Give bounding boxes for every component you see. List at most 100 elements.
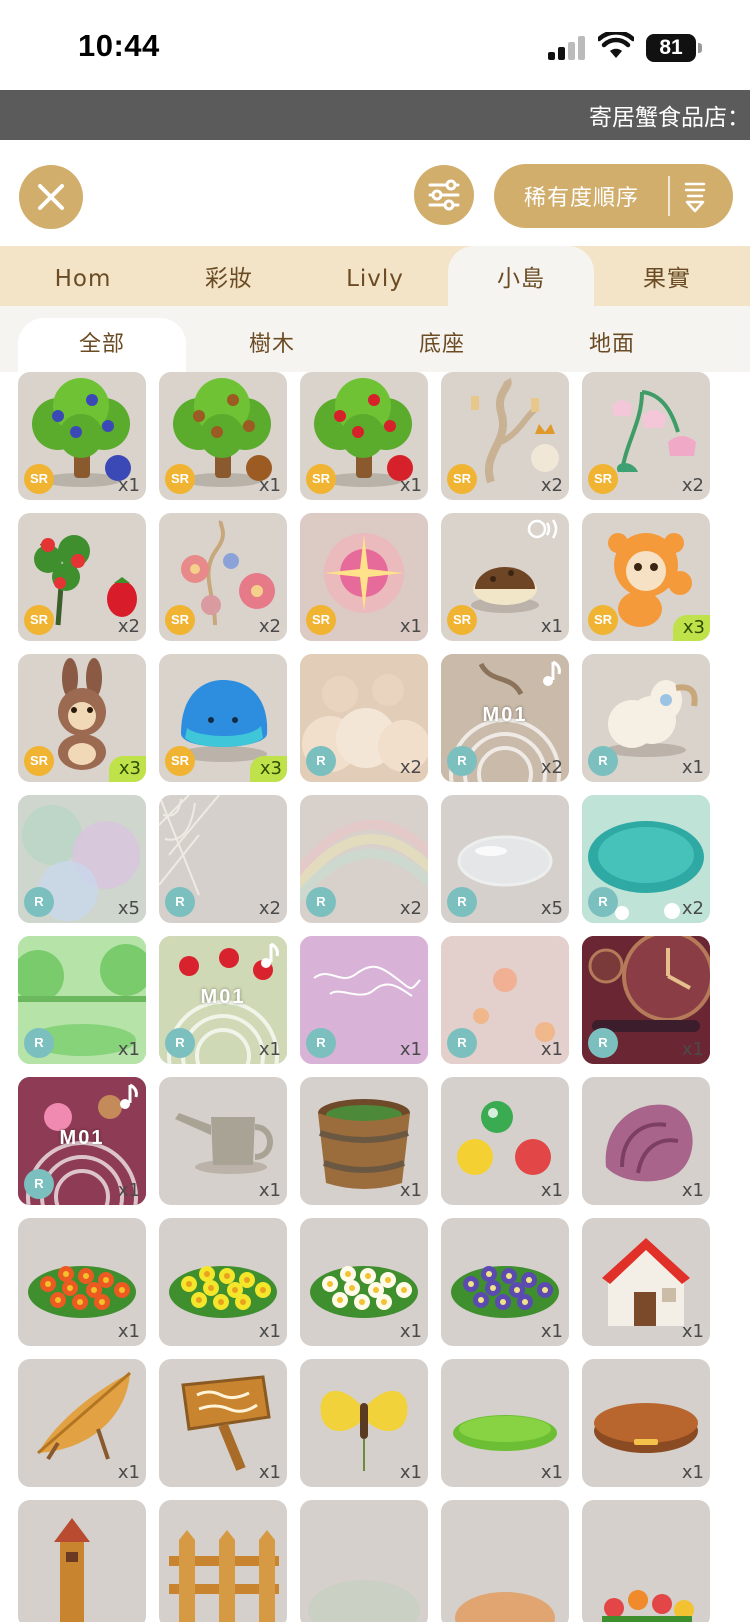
item-tile-white-flowers[interactable]: x1 xyxy=(300,1218,428,1346)
item-tile-m01-strawberry-arch[interactable]: M01 Rx1 xyxy=(159,936,287,1064)
item-count: x1 xyxy=(258,1039,281,1060)
rarity-badge: SR xyxy=(24,746,54,776)
item-art xyxy=(308,1580,420,1622)
item-tile-purple-script[interactable]: Rx1 xyxy=(300,936,428,1064)
item-tile-clock-wall[interactable]: Rx1 xyxy=(582,936,710,1064)
status-bar: 10:44 81 xyxy=(0,0,750,90)
item-tile-bellflower[interactable]: SR x2 xyxy=(582,372,710,500)
item-tile-chestnut-tree[interactable]: SR x1 xyxy=(159,372,287,500)
rarity-badge: SR xyxy=(165,746,195,776)
item-tile-leaf-hammock[interactable]: x1 xyxy=(18,1359,146,1487)
item-count: x1 xyxy=(117,1180,140,1201)
rarity-badge: SR xyxy=(165,605,195,635)
item-count: x1 xyxy=(540,1321,563,1342)
item-tile-m01-flower-frame[interactable]: M01 Rx1 xyxy=(18,1077,146,1205)
item-tile-wood-disc[interactable]: x1 xyxy=(582,1359,710,1487)
item-tile-wooden-sign[interactable]: x1 xyxy=(159,1359,287,1487)
item-tile-bubble[interactable]: Rx5 xyxy=(441,795,569,923)
item-count: x1 xyxy=(117,1321,140,1342)
item-tile-wooden-tub[interactable]: x1 xyxy=(300,1077,428,1205)
sort-button[interactable]: 稀有度順序 xyxy=(494,164,733,228)
item-count: x2 xyxy=(540,757,563,778)
item-count: x2 xyxy=(681,898,704,919)
item-tile-pink-glow[interactable]: Rx1 xyxy=(441,936,569,1064)
item-tile-purple-flowers[interactable]: x1 xyxy=(441,1218,569,1346)
item-count: x2 xyxy=(258,616,281,637)
rarity-badge: R xyxy=(24,1028,54,1058)
item-tile-flower-vine[interactable]: SR x2 xyxy=(159,513,287,641)
battery-icon: 81 xyxy=(646,34,702,62)
item-tile-sheep[interactable]: Rx1 xyxy=(582,654,710,782)
rarity-badge: R xyxy=(24,1169,54,1199)
item-tile-yellow-flowers[interactable]: x1 xyxy=(159,1218,287,1346)
item-tile-pale-mound[interactable] xyxy=(300,1500,428,1622)
item-tile-orange-plush[interactable]: SR x3 xyxy=(582,513,710,641)
item-tile-spider-web[interactable]: Rx2 xyxy=(159,795,287,923)
item-count: x1 xyxy=(117,475,140,496)
subtab-ground[interactable]: 地面 xyxy=(528,318,696,372)
tab-makeup[interactable]: 彩妝 xyxy=(156,246,302,306)
item-count: x5 xyxy=(117,898,140,919)
item-count: x1 xyxy=(258,1321,281,1342)
subtab-trees[interactable]: 樹木 xyxy=(188,318,356,372)
item-tile-blue-blob[interactable]: SR x3 xyxy=(159,654,287,782)
item-count: x1 xyxy=(258,475,281,496)
tab-fruit[interactable]: 果實 xyxy=(594,246,740,306)
item-count: x2 xyxy=(258,898,281,919)
announcement-banner[interactable]: 寄居蟹食品店： xyxy=(0,90,750,140)
rarity-badge: SR xyxy=(447,464,477,494)
rarity-badge: SR xyxy=(24,464,54,494)
rarity-badge: SR xyxy=(306,464,336,494)
item-tile-fence[interactable] xyxy=(159,1500,287,1622)
item-tile-candle-branch[interactable]: SR x2 xyxy=(441,372,569,500)
item-tile-pink-burst[interactable]: SR x1 xyxy=(300,513,428,641)
item-count: x1 xyxy=(681,1462,704,1483)
item-count: x2 xyxy=(117,616,140,637)
item-count: x2 xyxy=(399,898,422,919)
item-count: x1 xyxy=(540,616,563,637)
item-tile-grass-patch[interactable]: x1 xyxy=(441,1359,569,1487)
rarity-badge: R xyxy=(306,1028,336,1058)
item-tile-orange-flowers[interactable]: x1 xyxy=(18,1218,146,1346)
item-tile-apple-tree[interactable]: SR x1 xyxy=(300,372,428,500)
item-tile-green-forest[interactable]: Rx1 xyxy=(18,936,146,1064)
rarity-badge: SR xyxy=(24,605,54,635)
item-tile-turtle-pet[interactable]: SR x1 xyxy=(441,513,569,641)
close-button[interactable] xyxy=(19,165,83,229)
item-tile-bunny-plush[interactable]: SR x3 xyxy=(18,654,146,782)
item-count: x1 xyxy=(681,1180,704,1201)
rarity-badge: R xyxy=(306,746,336,776)
item-tile-pond[interactable]: Rx2 xyxy=(582,795,710,923)
item-count: x1 xyxy=(399,1321,422,1342)
subtab-base[interactable]: 底座 xyxy=(358,318,526,372)
tab-island[interactable]: 小島 xyxy=(448,246,594,306)
tab-hom[interactable]: Hom xyxy=(10,246,156,306)
item-tile-marbles[interactable]: x1 xyxy=(441,1077,569,1205)
item-count: x1 xyxy=(399,475,422,496)
item-tile-red-roof-house[interactable]: x1 xyxy=(582,1218,710,1346)
item-tile-strawberry-tree[interactable]: SR x2 xyxy=(18,513,146,641)
item-tile-rainbow[interactable]: Rx2 xyxy=(300,795,428,923)
item-count: x1 xyxy=(540,1039,563,1060)
item-tile-sunset-clouds[interactable]: Rx2 xyxy=(300,654,428,782)
item-count: x5 xyxy=(540,898,563,919)
item-tile-tulip-bed[interactable] xyxy=(582,1500,710,1622)
filter-button[interactable] xyxy=(414,165,474,225)
subtab-all[interactable]: 全部 xyxy=(18,318,186,372)
item-count: x2 xyxy=(681,475,704,496)
item-tile-mist[interactable]: Rx5 xyxy=(18,795,146,923)
item-count: x1 xyxy=(399,1039,422,1060)
rarity-badge: R xyxy=(24,887,54,917)
item-grid: SR x1 SR x1 SR x1 SR x2 SR x2 SR x2 SR x2 SR x1 … xyxy=(0,372,750,1622)
item-tile-butterfly[interactable]: x1 xyxy=(300,1359,428,1487)
item-tile-lighthouse[interactable] xyxy=(18,1500,146,1622)
item-tile-blueberry-tree[interactable]: SR x1 xyxy=(18,372,146,500)
rarity-badge: R xyxy=(447,887,477,917)
item-tile-watering-can[interactable]: x1 xyxy=(159,1077,287,1205)
item-tile-shell[interactable]: x1 xyxy=(582,1077,710,1205)
rarity-badge: SR xyxy=(447,605,477,635)
item-tile-sand-mound[interactable] xyxy=(441,1500,569,1622)
item-tile-m01-music-candle[interactable]: M01 Rx2 xyxy=(441,654,569,782)
tab-livly[interactable]: Livly xyxy=(302,246,448,306)
item-count: x1 xyxy=(540,1180,563,1201)
